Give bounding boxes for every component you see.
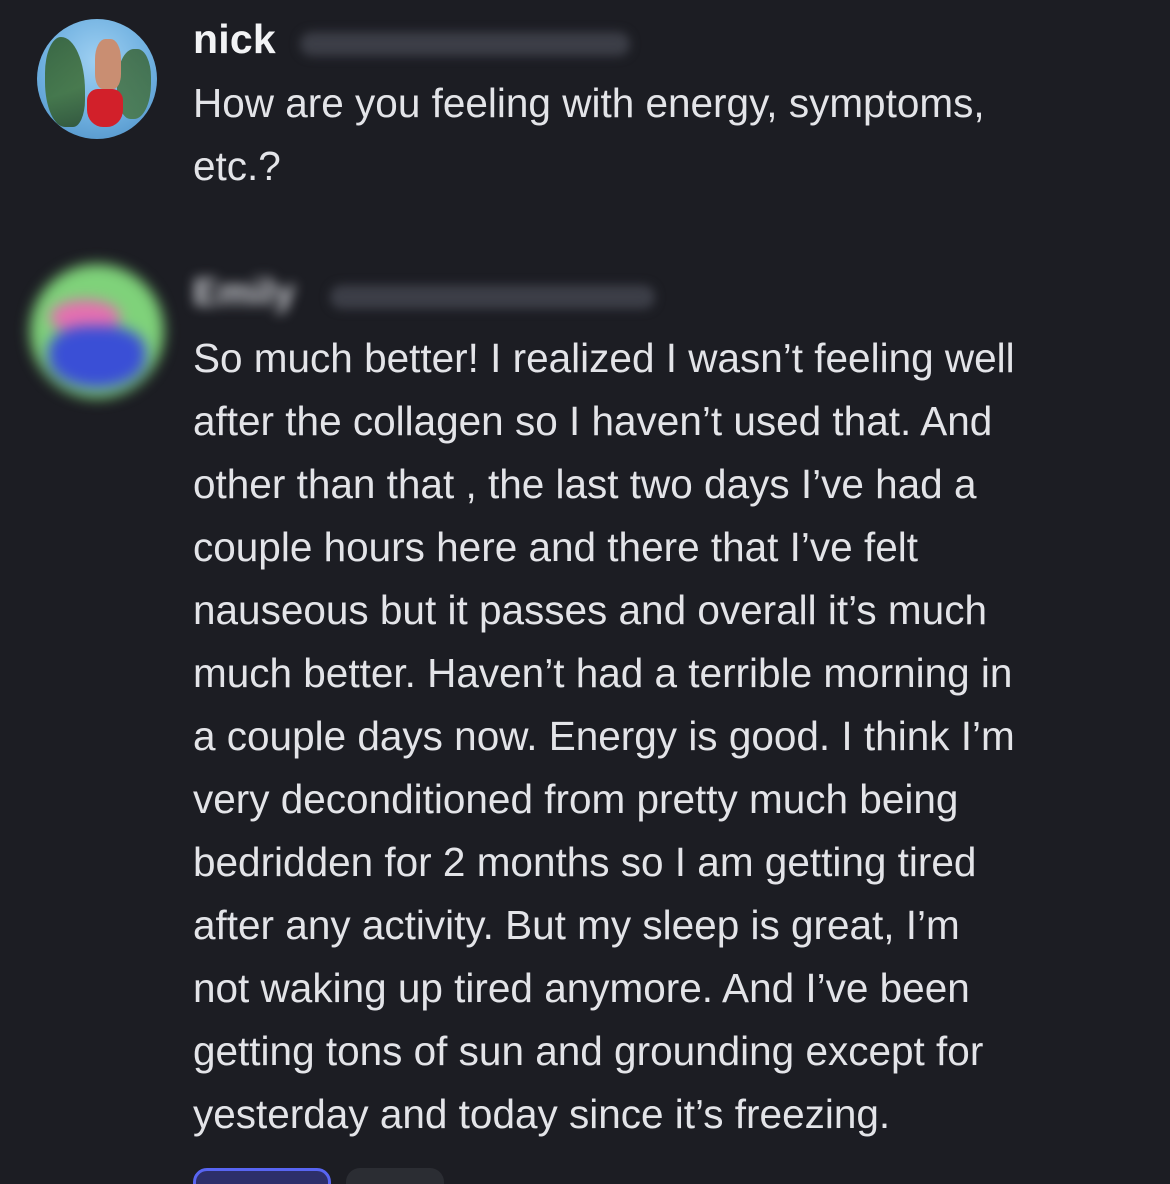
username[interactable]: Emily (193, 272, 295, 315)
avatar-figure-shape (95, 39, 121, 89)
avatar-shorts-shape (87, 89, 123, 127)
redacted-timestamp (300, 32, 630, 56)
reaction-button[interactable] (193, 1168, 331, 1184)
reaction-button[interactable] (346, 1168, 444, 1184)
avatar[interactable] (37, 19, 157, 139)
avatar-palm-shape (45, 37, 85, 127)
avatar-blue-shape (48, 326, 146, 388)
username[interactable]: nick (193, 16, 276, 63)
redacted-timestamp (330, 285, 655, 309)
avatar[interactable] (30, 264, 164, 398)
message-text: How are you feeling with energy, symptom… (193, 80, 985, 189)
message-text: So much better! I realized I wasn’t feel… (193, 335, 1015, 1137)
